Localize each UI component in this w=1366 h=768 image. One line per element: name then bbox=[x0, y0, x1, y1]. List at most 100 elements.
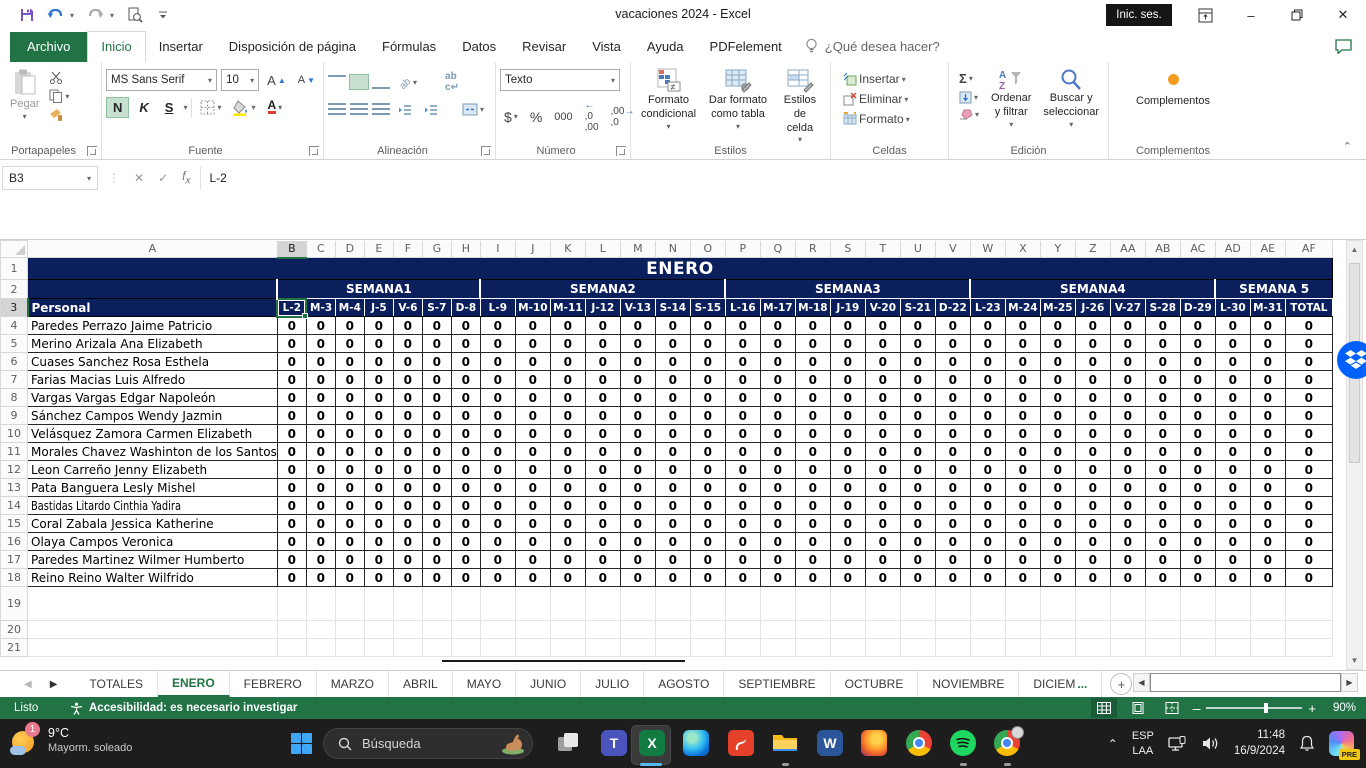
grid-cell[interactable]: 0 bbox=[393, 479, 422, 497]
grid-cell[interactable]: 0 bbox=[585, 515, 620, 533]
grid-cell[interactable] bbox=[620, 639, 655, 657]
grid-cell[interactable] bbox=[515, 639, 550, 657]
day-header-cell[interactable]: J-19 bbox=[830, 299, 865, 317]
ribbon-tab-ayuda[interactable]: Ayuda bbox=[634, 32, 697, 62]
grid-cell[interactable] bbox=[690, 639, 725, 657]
grid-cell[interactable] bbox=[480, 587, 515, 621]
grid-cell[interactable]: 0 bbox=[935, 569, 970, 587]
grid-cell[interactable]: 0 bbox=[760, 515, 795, 533]
grid-cell[interactable]: 0 bbox=[1215, 515, 1250, 533]
grid-cell[interactable]: 0 bbox=[725, 515, 760, 533]
grid-cell[interactable]: 0 bbox=[690, 335, 725, 353]
grid-cell[interactable]: 0 bbox=[364, 515, 393, 533]
day-header-cell[interactable]: J-12 bbox=[585, 299, 620, 317]
sheet-tab-julio[interactable]: JULIO bbox=[581, 671, 644, 697]
grid-cell[interactable]: 0 bbox=[865, 335, 900, 353]
grid-cell[interactable]: 0 bbox=[690, 353, 725, 371]
column-header-T[interactable]: T bbox=[865, 241, 900, 258]
grid-cell[interactable]: 0 bbox=[1110, 497, 1145, 515]
grid-cell[interactable]: 0 bbox=[1005, 371, 1040, 389]
grid-cell[interactable]: 0 bbox=[1250, 389, 1285, 407]
enter-formula-icon[interactable]: ✓ bbox=[158, 171, 168, 185]
column-header-S[interactable]: S bbox=[830, 241, 865, 258]
grid-cell[interactable]: 0 bbox=[393, 461, 422, 479]
grid-cell[interactable]: 0 bbox=[935, 353, 970, 371]
grid-cell[interactable] bbox=[306, 587, 335, 621]
grid-cell[interactable]: 0 bbox=[1285, 497, 1332, 515]
grid-cell[interactable]: 0 bbox=[830, 515, 865, 533]
name-cell[interactable]: Cuases Sanchez Rosa Esthela bbox=[28, 353, 278, 371]
grid-cell[interactable]: 0 bbox=[795, 461, 830, 479]
grid-cell[interactable]: 0 bbox=[795, 551, 830, 569]
grid-cell[interactable]: 0 bbox=[1040, 533, 1075, 551]
chrome-profile-icon[interactable] bbox=[994, 730, 1020, 756]
clipboard-dialog-launcher[interactable] bbox=[87, 146, 97, 156]
grid-cell[interactable]: 0 bbox=[1180, 389, 1215, 407]
shrink-font-icon[interactable]: A▼ bbox=[294, 73, 319, 87]
grid-cell[interactable]: 0 bbox=[451, 479, 480, 497]
grid-cell[interactable]: 0 bbox=[480, 353, 515, 371]
day-header-cell[interactable]: V-13 bbox=[620, 299, 655, 317]
grid-cell[interactable]: 0 bbox=[451, 389, 480, 407]
grid-cell[interactable]: 0 bbox=[1250, 425, 1285, 443]
word-icon[interactable]: W bbox=[817, 730, 843, 756]
grid-cell[interactable]: 0 bbox=[335, 443, 364, 461]
row-header-10[interactable]: 10 bbox=[1, 425, 28, 443]
grid-cell[interactable] bbox=[28, 639, 278, 657]
grid-cell[interactable]: 0 bbox=[480, 533, 515, 551]
grid-cell[interactable]: 0 bbox=[760, 533, 795, 551]
grid-cell[interactable] bbox=[970, 587, 1005, 621]
grid-cell[interactable] bbox=[550, 587, 585, 621]
grid-cell[interactable]: 0 bbox=[1040, 443, 1075, 461]
underline-dropdown-icon[interactable]: ▾ bbox=[183, 103, 187, 112]
grid-cell[interactable] bbox=[935, 639, 970, 657]
grid-cell[interactable]: 0 bbox=[480, 389, 515, 407]
grid-cell[interactable]: 0 bbox=[1110, 425, 1145, 443]
grid-cell[interactable]: 0 bbox=[364, 371, 393, 389]
day-header-cell[interactable]: S-15 bbox=[690, 299, 725, 317]
chrome-icon[interactable] bbox=[906, 730, 932, 756]
grid-cell[interactable]: 0 bbox=[1110, 371, 1145, 389]
grid-cell[interactable]: 0 bbox=[900, 317, 935, 335]
grid-cell[interactable]: 0 bbox=[306, 569, 335, 587]
italic-button[interactable]: K bbox=[133, 98, 154, 117]
grid-cell[interactable]: 0 bbox=[550, 497, 585, 515]
grid-cell[interactable]: 0 bbox=[935, 461, 970, 479]
grid-cell[interactable]: 0 bbox=[585, 461, 620, 479]
name-cell[interactable]: Bastidas Litardo Cinthia Yadira bbox=[28, 497, 278, 515]
grid-cell[interactable]: 0 bbox=[1005, 515, 1040, 533]
grid-cell[interactable]: 0 bbox=[335, 389, 364, 407]
row-header-17[interactable]: 17 bbox=[1, 551, 28, 569]
grid-cell[interactable]: 0 bbox=[451, 317, 480, 335]
name-cell[interactable]: Farias Macias Luis Alfredo bbox=[28, 371, 278, 389]
grid-cell[interactable]: 0 bbox=[865, 353, 900, 371]
grid-cell[interactable]: 0 bbox=[760, 569, 795, 587]
grid-cell[interactable]: 0 bbox=[970, 479, 1005, 497]
grid-cell[interactable]: 0 bbox=[620, 371, 655, 389]
grid-cell[interactable]: 0 bbox=[422, 353, 451, 371]
day-header-cell[interactable]: V-27 bbox=[1110, 299, 1145, 317]
grid-cell[interactable]: 0 bbox=[515, 479, 550, 497]
grid-cell[interactable]: 0 bbox=[830, 371, 865, 389]
grid-cell[interactable]: 0 bbox=[277, 443, 306, 461]
grid-cell[interactable]: 0 bbox=[277, 353, 306, 371]
grid-cell[interactable]: 0 bbox=[970, 335, 1005, 353]
column-header-Q[interactable]: Q bbox=[760, 241, 795, 258]
grid-cell[interactable]: 0 bbox=[422, 497, 451, 515]
grid-cell[interactable] bbox=[620, 621, 655, 639]
number-format-select[interactable]: Texto▾ bbox=[500, 69, 620, 91]
grid-cell[interactable]: 0 bbox=[515, 425, 550, 443]
clear-icon[interactable]: ▾ bbox=[955, 108, 983, 121]
zoom-slider[interactable]: – + bbox=[1193, 700, 1316, 716]
grid-cell[interactable]: 0 bbox=[1250, 479, 1285, 497]
grid-cell[interactable] bbox=[900, 587, 935, 621]
grid-cell[interactable]: 0 bbox=[725, 335, 760, 353]
grid-cell[interactable]: 0 bbox=[422, 335, 451, 353]
grid-cell[interactable]: 0 bbox=[760, 425, 795, 443]
grid-cell[interactable] bbox=[760, 621, 795, 639]
spotify-icon[interactable] bbox=[950, 730, 976, 756]
grid-cell[interactable]: 0 bbox=[451, 533, 480, 551]
format-as-table-button[interactable]: Dar formato como tabla▾ bbox=[702, 66, 774, 147]
grid-cell[interactable]: 0 bbox=[393, 515, 422, 533]
grid-cell[interactable]: 0 bbox=[935, 443, 970, 461]
